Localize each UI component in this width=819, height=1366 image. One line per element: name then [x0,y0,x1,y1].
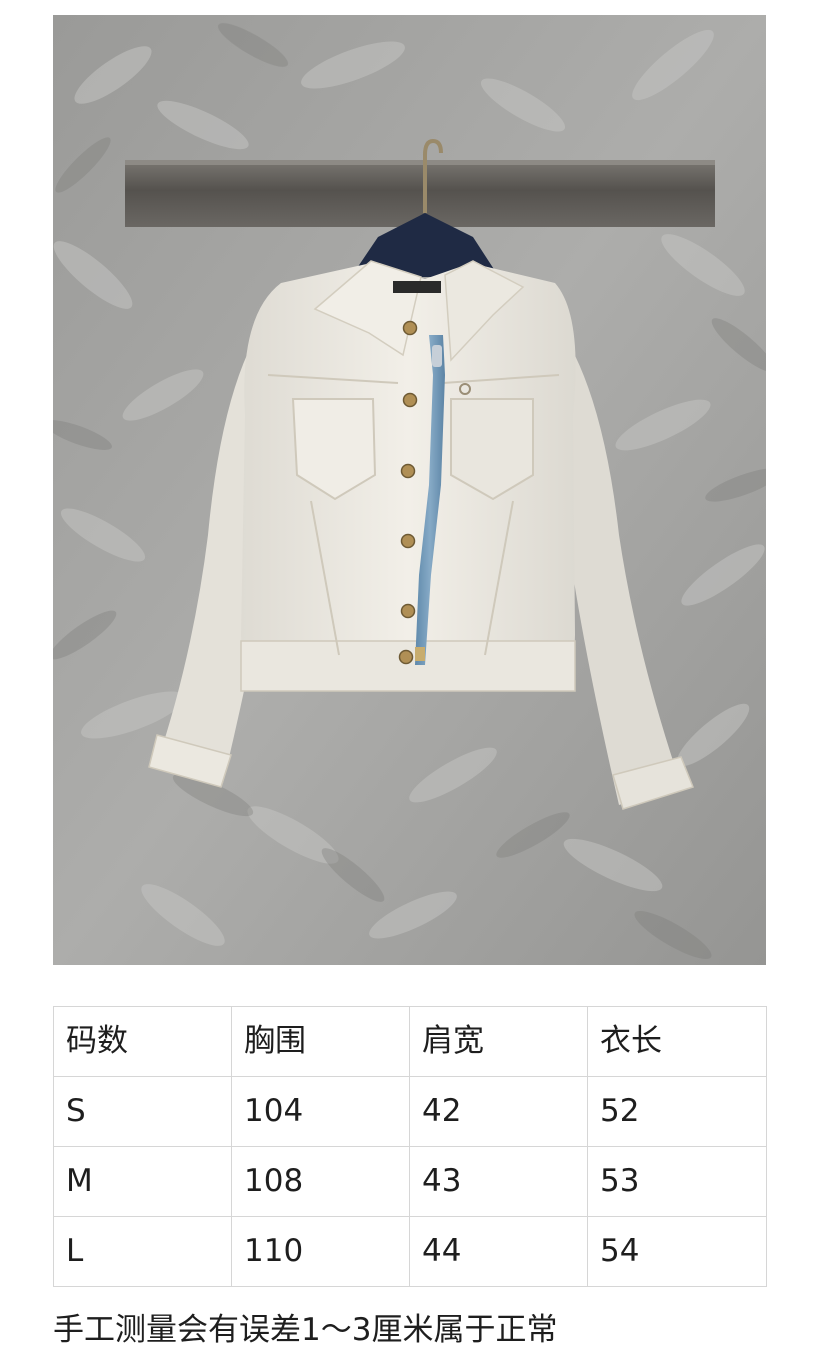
cell-shoulder: 44 [409,1216,588,1287]
cell-chest: 104 [231,1076,410,1147]
cell-size: L [53,1216,232,1287]
jacket-button [400,533,416,549]
jacket-button [400,463,416,479]
cell-shoulder: 42 [409,1076,588,1147]
jacket-button [402,392,418,408]
table-row: S 104 42 52 [53,1076,767,1147]
cell-chest: 110 [231,1216,410,1287]
table-row: M 108 43 53 [53,1146,767,1217]
zipper-stop [415,647,425,661]
jacket-waistband [240,640,576,692]
header-chest: 胸围 [231,1006,410,1077]
zipper-pull [432,345,442,367]
cell-size: S [53,1076,232,1147]
cell-length: 53 [587,1146,767,1217]
header-shoulder: 肩宽 [409,1006,588,1077]
product-photo [53,15,766,965]
cell-length: 52 [587,1076,767,1147]
size-table-header-row: 码数 胸围 肩宽 衣长 [53,1006,767,1077]
header-size: 码数 [53,1006,232,1077]
header-length: 衣长 [587,1006,767,1077]
jacket-photo-illustration [53,15,766,965]
table-row: L 110 44 54 [53,1216,767,1287]
cell-chest: 108 [231,1146,410,1217]
display-rail-edge [125,160,715,165]
cell-size: M [53,1146,232,1217]
jacket-button [398,649,414,665]
cell-shoulder: 43 [409,1146,588,1217]
size-chart-table: 码数 胸围 肩宽 衣长 S 104 42 52 M 108 43 53 L 11… [53,1006,767,1287]
measurement-note: 手工测量会有误差1～3厘米属于正常 [53,1312,558,1348]
jacket-button [402,320,418,336]
cell-length: 54 [587,1216,767,1287]
jacket-button [400,603,416,619]
collar-label [393,281,441,293]
